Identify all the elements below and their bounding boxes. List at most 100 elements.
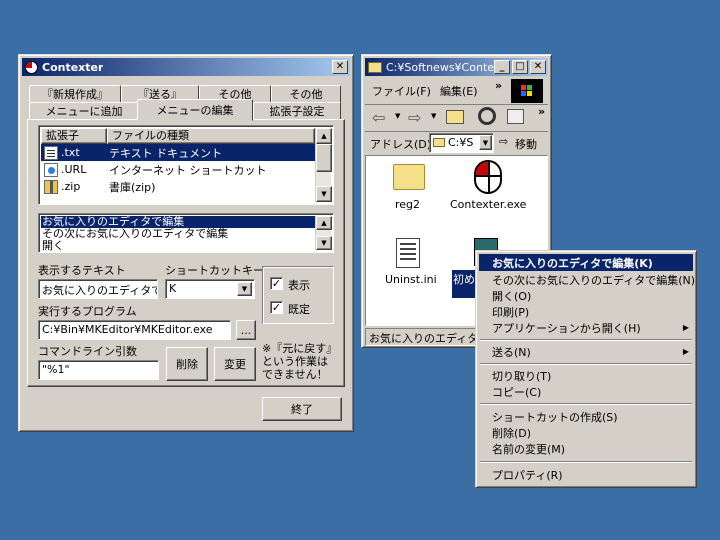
folder-icon: [433, 138, 445, 147]
list-header-filetype[interactable]: ファイルの種類: [107, 128, 315, 144]
menu-item-properties[interactable]: プロパティ(R): [479, 466, 693, 483]
minimize-button[interactable]: _: [494, 60, 510, 74]
back-arrow-icon[interactable]: ⇦: [372, 108, 385, 127]
menu-edit[interactable]: 編集(E): [440, 83, 478, 99]
menu-item-open[interactable]: 開く(O): [479, 287, 693, 304]
cmdline-input[interactable]: "%1": [38, 360, 159, 380]
tab-label: メニューの編集: [156, 104, 234, 117]
url-shortcut-icon: [44, 162, 58, 177]
chevron-more-icon[interactable]: »: [495, 79, 502, 92]
up-folder-icon[interactable]: [446, 110, 464, 124]
submenu-arrow-icon: ▶: [682, 323, 689, 332]
menu-item-label: アプリケーションから開く(H): [492, 321, 641, 335]
windows-logo-icon: [511, 79, 543, 103]
menu-entry-item[interactable]: その次にお気に入りのエディタで編集: [41, 228, 315, 240]
menu-item-label: 印刷(P): [492, 305, 530, 319]
menu-separator: [480, 461, 692, 463]
tab-edit-menu[interactable]: メニューの編集: [137, 99, 253, 121]
scroll-up-icon[interactable]: ▲: [316, 216, 332, 230]
zip-file-icon: [44, 179, 58, 194]
scroll-thumb[interactable]: [316, 144, 332, 172]
tab-label: 『新規作成』: [42, 88, 108, 101]
extension-list[interactable]: 拡張子 ファイルの種類 .txt テキスト ドキュメント .URL インターネッ…: [38, 125, 334, 205]
contexter-app-icon: [25, 60, 38, 74]
context-menu: お気に入りのエディタで編集(K) その次にお気に入りのエディタで編集(N) 開く…: [475, 250, 697, 488]
go-arrow-icon[interactable]: ⇨: [499, 135, 508, 148]
list-item[interactable]: .zip 書庫(zip): [41, 178, 315, 195]
list-ext: .txt: [61, 146, 80, 159]
close-button[interactable]: ✕: [332, 60, 348, 74]
chevron-more-icon[interactable]: »: [538, 105, 545, 118]
menu-item-label: お気に入りのエディタで編集(K): [492, 256, 653, 270]
menu-file[interactable]: ファイル(F): [372, 83, 431, 99]
menu-entry-list[interactable]: お気に入りのエディタで編集 その次にお気に入りのエディタで編集 開く ▲ ▼: [38, 213, 334, 253]
dropdown-arrow-icon[interactable]: ▼: [431, 112, 436, 120]
display-text-input[interactable]: お気に入りのエディタで: [38, 279, 158, 299]
default-checkbox[interactable]: ✓: [270, 301, 283, 314]
dropdown-arrow-icon[interactable]: ▼: [395, 112, 400, 120]
menu-item-send-to[interactable]: 送る(N) ▶: [479, 343, 693, 360]
menu-item-label: その次にお気に入りのエディタで編集(N): [492, 273, 696, 287]
menu-item-cut[interactable]: 切り取り(T): [479, 367, 693, 384]
menu-item-create-shortcut[interactable]: ショートカットの作成(S): [479, 408, 693, 425]
menu-item-label: 送る(N): [492, 345, 531, 359]
menu-item-label: プロパティ(R): [492, 468, 563, 482]
tab-new[interactable]: 『新規作成』: [29, 85, 121, 103]
list-type: 書庫(zip): [109, 180, 156, 194]
menu-item-delete[interactable]: 削除(D): [479, 424, 693, 441]
browse-button[interactable]: ...: [236, 320, 256, 340]
chevron-down-icon[interactable]: ▼: [237, 282, 252, 296]
scroll-down-icon[interactable]: ▼: [316, 186, 332, 202]
show-checkbox[interactable]: ✓: [270, 277, 283, 290]
scroll-down-icon[interactable]: ▼: [316, 236, 332, 250]
delete-button[interactable]: 削除: [166, 347, 208, 381]
display-text-label: 表示するテキスト: [38, 264, 126, 277]
address-field[interactable]: C:¥S ▼: [429, 133, 494, 153]
search-icon[interactable]: [478, 107, 496, 125]
menu-item-print[interactable]: 印刷(P): [479, 303, 693, 320]
program-path-input[interactable]: C:¥Bin¥MKEditor¥MKEditor.exe: [38, 320, 231, 340]
list-item[interactable]: .URL インターネット ショートカット: [41, 161, 315, 178]
scroll-up-icon[interactable]: ▲: [316, 128, 332, 144]
explorer-titlebar[interactable]: C:¥Softnews¥Conte... _ □ ✕: [365, 58, 548, 76]
menu-entry-item[interactable]: 開く: [41, 240, 315, 252]
menu-list-scrollbar[interactable]: ▲ ▼: [315, 216, 332, 250]
file-label[interactable]: reg2: [395, 198, 420, 211]
file-label[interactable]: Uninst.ini: [385, 273, 437, 286]
folder-icon[interactable]: [393, 164, 425, 190]
finish-button[interactable]: 終了: [262, 397, 342, 421]
tab-label: メニューに追加: [45, 105, 123, 118]
tab-extension-settings[interactable]: 拡張子設定: [253, 102, 341, 120]
folder-icon: [368, 61, 382, 73]
menu-item-label: ショートカットの作成(S): [492, 410, 618, 424]
tab-other-2[interactable]: その他: [271, 85, 341, 103]
menu-item-label: 開く(O): [492, 289, 532, 303]
menu-item-edit-favorite[interactable]: お気に入りのエディタで編集(K): [479, 254, 693, 271]
contexter-window: Contexter ✕ 『新規作成』 『送る』 その他 その他 メニューに追加 …: [18, 54, 354, 432]
maximize-button[interactable]: □: [512, 60, 528, 74]
chevron-down-icon[interactable]: ▼: [479, 135, 492, 150]
list-item[interactable]: .txt テキスト ドキュメント: [41, 144, 315, 161]
ini-file-icon[interactable]: [396, 238, 420, 268]
file-label[interactable]: Contexter.exe: [450, 198, 526, 211]
shortcut-key-select[interactable]: K ▼: [165, 279, 255, 299]
folders-icon[interactable]: [507, 109, 524, 124]
menu-item-open-with[interactable]: アプリケーションから開く(H) ▶: [479, 319, 693, 336]
change-button[interactable]: 変更: [214, 347, 256, 381]
contexter-titlebar[interactable]: Contexter ✕: [22, 58, 350, 76]
menu-separator: [480, 403, 692, 405]
tab-add-to-menu[interactable]: メニューに追加: [29, 102, 139, 120]
address-value: C:¥S: [448, 136, 474, 149]
list-scrollbar[interactable]: ▲ ▼: [315, 128, 332, 202]
menu-item-rename[interactable]: 名前の変更(M): [479, 440, 693, 457]
window-title: C:¥Softnews¥Conte...: [386, 60, 504, 74]
submenu-arrow-icon: ▶: [682, 347, 689, 356]
undo-note-line: できません！: [262, 368, 328, 381]
contexter-app-icon[interactable]: [474, 160, 502, 194]
close-button[interactable]: ✕: [530, 60, 546, 74]
list-header-extension[interactable]: 拡張子: [41, 128, 107, 144]
go-button[interactable]: 移動: [515, 136, 537, 152]
menu-item-edit-next-favorite[interactable]: その次にお気に入りのエディタで編集(N): [479, 271, 696, 288]
menu-item-copy[interactable]: コピー(C): [479, 383, 693, 400]
forward-arrow-icon[interactable]: ⇨: [408, 108, 421, 127]
